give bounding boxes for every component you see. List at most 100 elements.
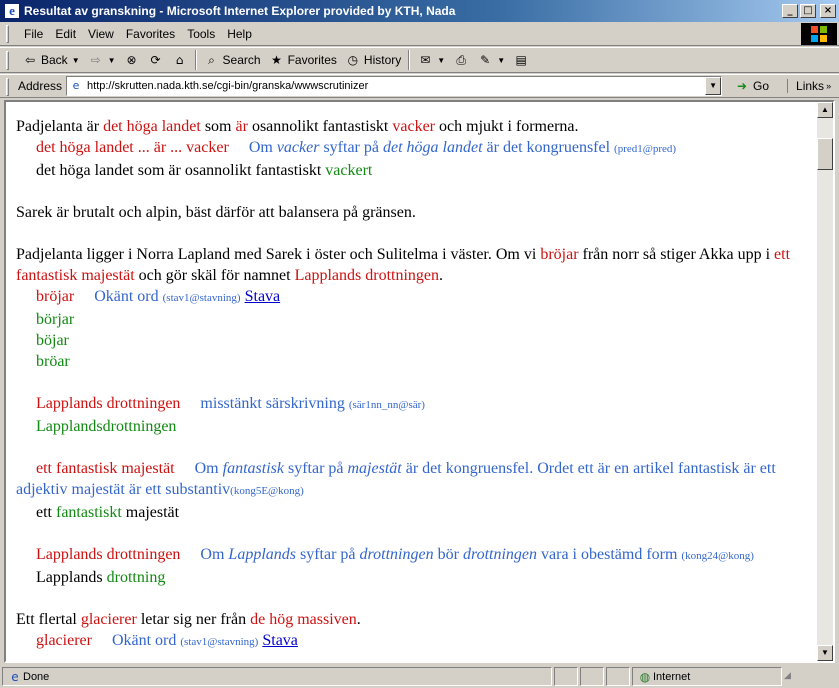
refresh-button[interactable]: ⟳ bbox=[144, 50, 168, 70]
discuss-button[interactable]: ▤ bbox=[509, 50, 533, 70]
globe-icon: ◍ bbox=[639, 669, 651, 684]
error-comment-5: Lapplands drottningen Om Lapplands syftar… bbox=[16, 544, 807, 567]
text: letar sig ner från bbox=[136, 611, 251, 628]
address-input[interactable]: e http://skrutten.nada.kth.se/cgi-bin/gr… bbox=[66, 76, 723, 96]
error-highlight: vacker bbox=[392, 118, 436, 135]
paragraph-3: Padjelanta ligger i Norra Lapland med Sa… bbox=[16, 244, 807, 286]
error-comment-3: Lapplands drottningen misstänkt särskrivn… bbox=[16, 393, 807, 416]
vertical-scrollbar[interactable]: ▲ ▼ bbox=[817, 102, 833, 661]
edit-button[interactable]: ✎ ▼ bbox=[473, 50, 509, 70]
close-button[interactable]: × bbox=[820, 4, 836, 18]
back-button[interactable]: ⇦ Back ▼ bbox=[18, 50, 84, 70]
home-button[interactable]: ⌂ bbox=[168, 50, 192, 70]
minimize-button[interactable]: _ bbox=[782, 4, 798, 18]
suggestion-2c: bröar bbox=[36, 353, 70, 370]
favorites-button[interactable]: ★ Favorites bbox=[265, 50, 341, 70]
error-phrase: Lapplands drottningen bbox=[36, 546, 181, 563]
rule-code: (stav1@stavning) bbox=[180, 636, 259, 648]
error-phrase: Lapplands drottningen bbox=[36, 395, 181, 412]
menu-file[interactable]: File bbox=[18, 25, 49, 43]
suggestion-text: det höga landet som är osannolikt fantas… bbox=[36, 162, 326, 179]
suggestion-text: majestät bbox=[121, 504, 180, 521]
chevron-down-icon[interactable]: ▼ bbox=[437, 56, 445, 65]
error-message: det höga landet bbox=[382, 139, 483, 156]
window-title: Resultat av granskning - Microsoft Inter… bbox=[24, 4, 456, 18]
menu-favorites[interactable]: Favorites bbox=[120, 25, 181, 43]
menu-edit[interactable]: Edit bbox=[49, 25, 82, 43]
spell-link[interactable]: Stava bbox=[262, 632, 298, 649]
toolbar-grip[interactable] bbox=[6, 51, 9, 70]
text: . bbox=[439, 267, 444, 284]
error-message: syftar på bbox=[296, 546, 360, 563]
suggestion-correction: vackert bbox=[325, 162, 373, 179]
spell-link[interactable]: Stava bbox=[245, 288, 281, 305]
security-zone-cell: ◍ Internet bbox=[632, 667, 782, 686]
links-label: Links bbox=[796, 79, 825, 93]
back-arrow-icon: ⇦ bbox=[24, 53, 36, 67]
links-button[interactable]: Links » bbox=[787, 79, 831, 93]
menu-grip[interactable] bbox=[6, 25, 9, 43]
maximize-button[interactable]: □ bbox=[800, 4, 816, 18]
paragraph-2: Sarek är brutalt och alpin, bäst därför … bbox=[16, 204, 416, 221]
menu-tools[interactable]: Tools bbox=[181, 25, 221, 43]
scroll-up-icon[interactable]: ▲ bbox=[817, 102, 833, 118]
search-icon: ⌕ bbox=[208, 53, 215, 67]
text: som bbox=[200, 118, 236, 135]
status-text: Done bbox=[23, 670, 50, 683]
print-button[interactable]: ⎙ bbox=[449, 50, 473, 70]
text: osannolikt fantastiskt bbox=[247, 118, 393, 135]
chevron-down-icon[interactable]: ▼ bbox=[705, 77, 722, 95]
scroll-thumb[interactable] bbox=[817, 138, 833, 170]
text: och gör skäl för namnet bbox=[134, 267, 295, 284]
resize-grip-icon[interactable]: ◢ bbox=[784, 670, 798, 684]
error-message: är det kongruensfel. Ordet ett är en art… bbox=[401, 460, 675, 477]
search-button[interactable]: ⌕ Search bbox=[200, 50, 265, 70]
error-highlight: är bbox=[235, 118, 248, 135]
error-message: Okänt ord bbox=[94, 288, 159, 305]
address-url[interactable]: http://skrutten.nada.kth.se/cgi-bin/gran… bbox=[87, 80, 368, 92]
status-cell bbox=[580, 667, 604, 686]
chevron-down-icon[interactable]: ▼ bbox=[497, 56, 505, 65]
refresh-icon: ⟳ bbox=[150, 53, 161, 67]
favorites-icon: ★ bbox=[271, 53, 282, 67]
status-cell bbox=[606, 667, 630, 686]
error-comment-4: ett fantastisk majestät Om fantastisk syf… bbox=[16, 458, 807, 502]
status-bar: e Done ◍ Internet ◢ bbox=[0, 665, 839, 688]
windows-logo-icon bbox=[801, 23, 837, 45]
forward-arrow-icon: ⇨ bbox=[90, 53, 101, 67]
error-message: vara i obestämd form bbox=[537, 546, 678, 563]
history-button[interactable]: ◷ History bbox=[341, 50, 405, 70]
title-bar: e Resultat av granskning - Microsoft Int… bbox=[0, 0, 839, 22]
scroll-down-icon[interactable]: ▼ bbox=[817, 645, 833, 661]
chevron-down-icon[interactable]: ▼ bbox=[72, 56, 80, 65]
page-content: Padjelanta är det höga landet som är osa… bbox=[6, 102, 817, 661]
suggestion-1: det höga landet som är osannolikt fantas… bbox=[16, 160, 807, 181]
mail-button[interactable]: ✉ ▼ bbox=[413, 50, 449, 70]
error-message: syftar på bbox=[283, 460, 348, 477]
error-message: Okänt ord bbox=[111, 632, 177, 649]
status-cell bbox=[554, 667, 578, 686]
toolbar-separator bbox=[408, 50, 411, 70]
stop-button[interactable]: ⊗ bbox=[120, 50, 144, 70]
go-arrow-icon: ➜ bbox=[737, 79, 748, 93]
error-highlight: glacierer bbox=[80, 611, 137, 628]
address-grip[interactable] bbox=[6, 78, 9, 96]
text: Ett flertal bbox=[16, 611, 81, 628]
error-highlight: de hög massiven bbox=[250, 611, 357, 628]
error-phrase: ett fantastisk majestät bbox=[36, 460, 175, 477]
forward-button[interactable]: ⇨ ▼ bbox=[84, 50, 120, 70]
menu-help[interactable]: Help bbox=[221, 25, 258, 43]
error-message: drottningen bbox=[359, 546, 434, 563]
error-comment-6: glacierer Okänt ord (stav1@stavning) Stav… bbox=[16, 630, 807, 653]
toolbar-separator bbox=[194, 50, 197, 70]
error-highlight: Lapplands drottningen bbox=[294, 267, 440, 284]
ie-logo-icon: e bbox=[4, 3, 20, 19]
suggestion-3: Lapplandsdrottningen bbox=[36, 418, 177, 435]
chevron-down-icon[interactable]: ▼ bbox=[108, 56, 116, 65]
rule-code: (pred1@pred) bbox=[614, 143, 677, 155]
error-comment-2: bröjar Okänt ord (stav1@stavning) Stava bbox=[16, 286, 807, 309]
error-message: syftar på bbox=[319, 139, 383, 156]
go-button[interactable]: ➜ Go bbox=[730, 78, 773, 94]
menu-view[interactable]: View bbox=[82, 25, 120, 43]
error-highlight: det höga landet bbox=[103, 118, 201, 135]
